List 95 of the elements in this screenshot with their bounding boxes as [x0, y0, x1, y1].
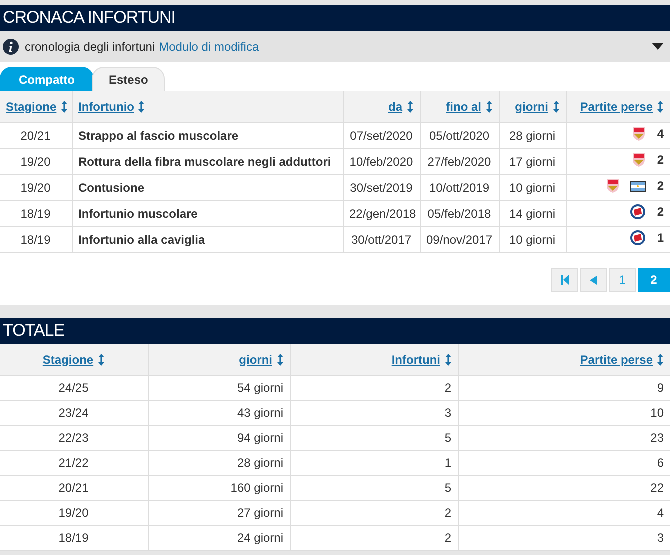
table-cell: 3	[290, 400, 458, 426]
first-page-icon	[560, 275, 568, 285]
table-cell: 20/21	[0, 122, 72, 148]
table-cell: 5	[290, 426, 458, 450]
table-cell: 4	[458, 500, 670, 526]
table-cell: 6	[458, 450, 670, 476]
table-cell: 94 giorni	[148, 426, 290, 450]
table-cell: 160 giorni	[148, 476, 290, 500]
sort-icon	[406, 100, 414, 112]
table-cell: 1	[290, 450, 458, 476]
table-cell: 2	[290, 376, 458, 400]
section-title: TOTALE	[0, 318, 670, 344]
table-cell: 18/19	[0, 526, 148, 550]
table-cell: 18/19	[0, 200, 72, 226]
table-cell: 09/nov/2017	[420, 226, 499, 252]
first-page-button[interactable]	[551, 268, 578, 292]
club-crest-icon	[606, 178, 620, 194]
table-cell: 27/feb/2020	[420, 148, 499, 174]
table-cell: 19/20	[0, 148, 72, 174]
page-button[interactable]: 1	[609, 268, 636, 292]
club-crest-icon	[630, 204, 646, 220]
sort-icon	[444, 354, 452, 366]
sort-link[interactable]: Infortunio	[78, 100, 134, 114]
table-cell: Strappo al fascio muscolare	[72, 122, 343, 148]
section-title: CRONACA INFORTUNI	[0, 5, 670, 31]
table-cell: 19/20	[0, 500, 148, 526]
table-cell: 07/set/2020	[343, 122, 420, 148]
sort-icon	[138, 100, 146, 112]
info-icon	[3, 38, 19, 54]
info-text: cronologia degli infortuni	[25, 40, 156, 54]
table-cell: 28 giorni	[499, 122, 566, 148]
sort-link[interactable]: fino al	[446, 100, 482, 114]
table-cell: 23	[458, 426, 670, 450]
table-cell: 22	[458, 476, 670, 500]
view-tab[interactable]: Esteso	[92, 67, 166, 91]
table-cell: 24 giorni	[148, 526, 290, 550]
club-crest-icon	[632, 126, 646, 142]
table-cell: 21/22	[0, 450, 148, 476]
sort-icon	[657, 100, 664, 112]
table-cell: 22/23	[0, 426, 148, 450]
table-cell: 18/19	[0, 226, 72, 252]
table-cell: 10/feb/2020	[343, 148, 420, 174]
table-cell: 3	[458, 526, 670, 550]
previous-icon	[590, 276, 597, 284]
table-cell: Infortunio muscolare	[72, 200, 343, 226]
sort-icon	[98, 354, 105, 366]
caret-icon[interactable]	[652, 43, 664, 50]
table-cell: 30/ott/2017	[343, 226, 420, 252]
table-cell: 5	[290, 476, 458, 500]
missed-count: 2	[656, 153, 664, 167]
table-cell: Infortunio alla caviglia	[72, 226, 343, 252]
view-tab[interactable]: Compatto	[0, 67, 94, 91]
table-cell: 17 giorni	[499, 148, 566, 174]
missed-count: 4	[656, 127, 664, 141]
table-cell: 43 giorni	[148, 400, 290, 426]
table-cell: 10/ott/2019	[420, 174, 499, 200]
sort-link[interactable]: Partite perse	[580, 352, 653, 366]
missed-count: 2	[656, 205, 664, 219]
sort-link[interactable]: da	[388, 100, 402, 114]
table-cell: 14 giorni	[499, 200, 566, 226]
club-crest-icon	[632, 152, 646, 168]
table-cell: 2	[290, 500, 458, 526]
sort-icon	[60, 100, 68, 112]
page-button[interactable]: 2	[638, 268, 670, 292]
sort-icon	[276, 354, 284, 366]
table-cell: 05/ott/2020	[420, 122, 499, 148]
table-cell: 9	[458, 376, 670, 400]
previous-page-button[interactable]	[580, 268, 607, 292]
table-cell: 30/set/2019	[343, 174, 420, 200]
table-cell: 54 giorni	[148, 376, 290, 400]
sort-link[interactable]: giorni	[239, 352, 272, 366]
table-cell: 19/20	[0, 174, 72, 200]
missed-count: 1	[656, 231, 664, 245]
table-cell: 28 giorni	[148, 450, 290, 476]
table-cell: 05/feb/2018	[420, 200, 499, 226]
missed-count: 2	[656, 179, 664, 193]
table-cell: Rottura della fibra muscolare negli adduttori	[72, 148, 343, 174]
table-cell: 22/gen/2018	[343, 200, 420, 226]
sort-icon	[657, 354, 664, 366]
sort-icon	[552, 100, 560, 112]
table-cell: 2	[290, 526, 458, 550]
table-cell: 10	[458, 400, 670, 426]
table-cell: 10 giorni	[499, 174, 566, 200]
table-cell: 20/21	[0, 476, 148, 500]
table-cell: 24/25	[0, 376, 148, 400]
sort-link[interactable]: Stagione	[42, 352, 94, 366]
sort-icon	[486, 100, 492, 112]
sort-link[interactable]: Infortuni	[392, 352, 440, 366]
edit-form-link[interactable]: Modulo di modifica	[159, 40, 260, 54]
club-crest-icon	[630, 230, 646, 246]
table-cell: 10 giorni	[499, 226, 566, 252]
table-cell: 23/24	[0, 400, 148, 426]
flag-icon	[630, 180, 646, 192]
table-cell: 27 giorni	[148, 500, 290, 526]
table-cell: Contusione	[72, 174, 343, 200]
